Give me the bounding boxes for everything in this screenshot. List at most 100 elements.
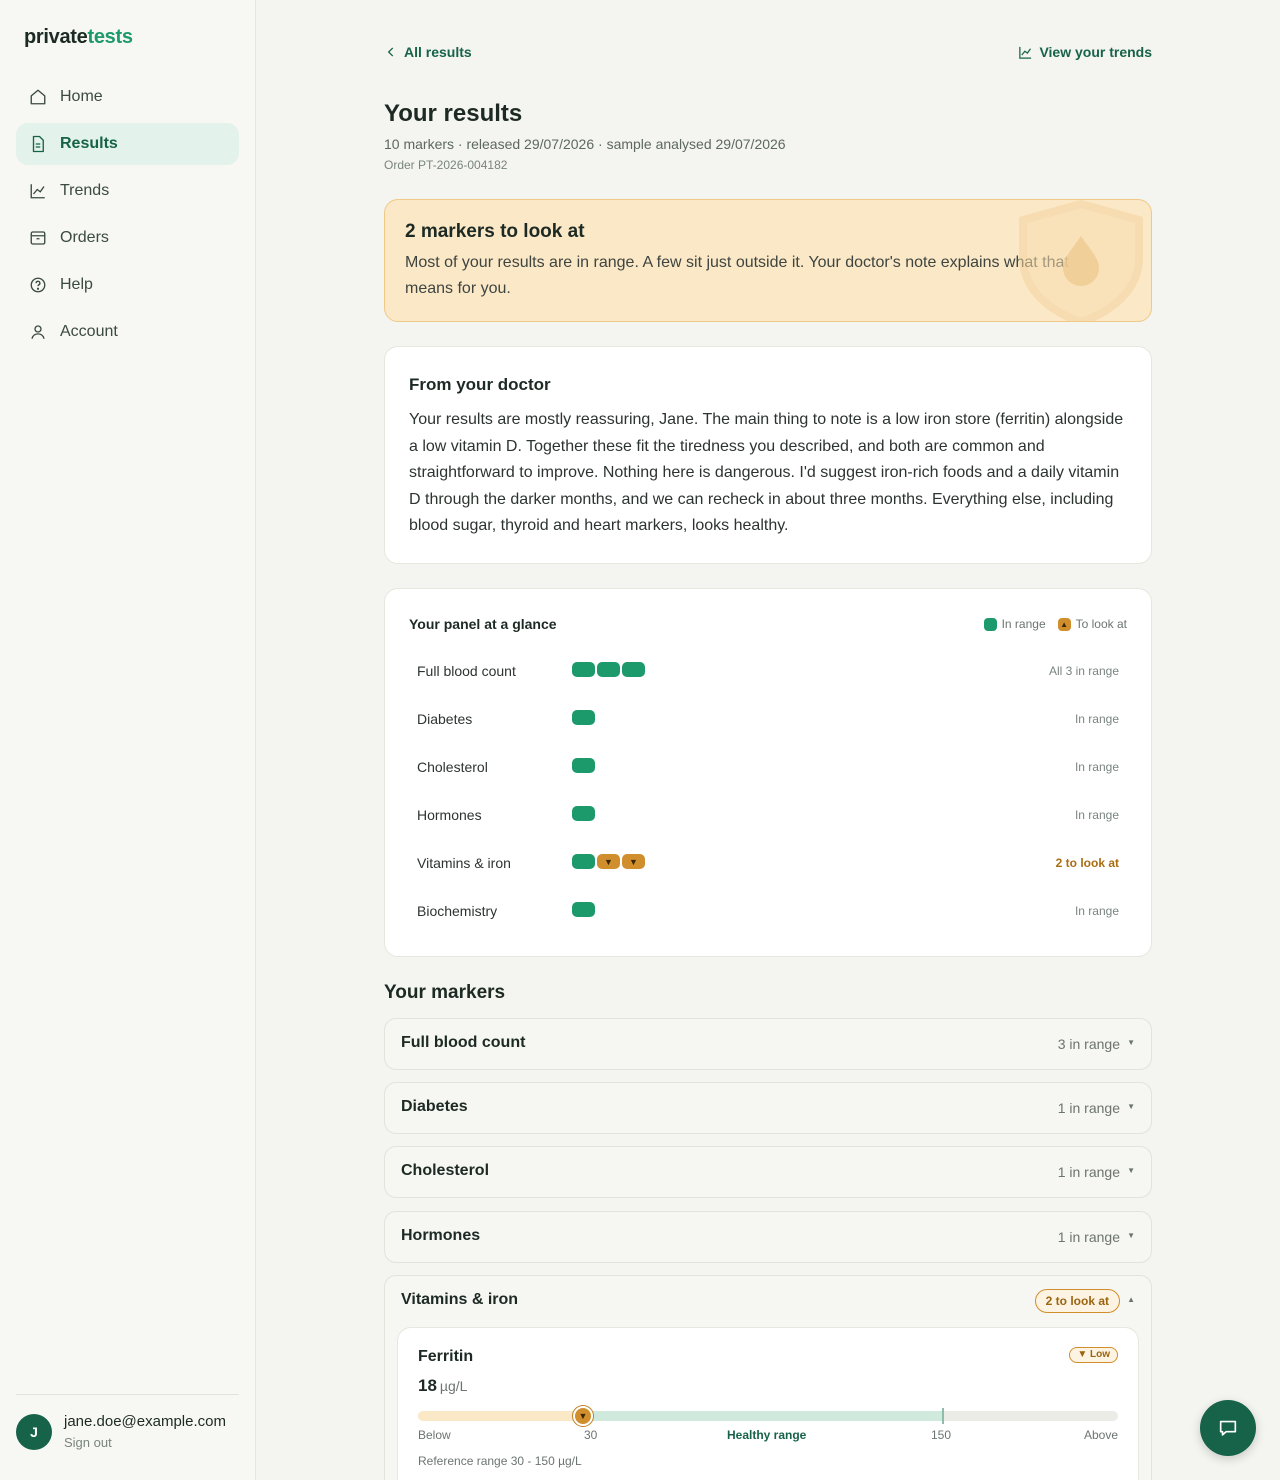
glance-row-hormones[interactable]: Hormones In range [417,805,1119,827]
in-range-dot [622,662,645,677]
marker-value-unit: µg/L [439,1378,468,1394]
glance-row-diabetes[interactable]: Diabetes In range [417,709,1119,731]
glance-row-status: In range [1074,760,1119,774]
glance-row-status: In range [1074,808,1119,822]
sidebar-item-label: Trends [60,182,110,199]
glance-row-status: In range [1074,904,1119,918]
in-range-dot [572,662,595,677]
shield-drop-icon [1019,200,1143,321]
sidebar-divider [16,1394,239,1395]
sidebar: privatetests Home Results Trends Orders … [0,0,256,1480]
marker-card-ferritin[interactable]: Ferritin 18 µg/L ▼ Low ▼ Below 30 Healthy… [397,1327,1139,1480]
caret-down-icon: ▼ [1127,1231,1135,1240]
marker-group-status: 1 in range [1057,1229,1120,1245]
glance-row-full-blood-count[interactable]: Full blood count All 3 in range [417,661,1119,683]
glance-row-biochemistry[interactable]: Biochemistry In range [417,901,1119,923]
scale-below-label: Below [418,1428,451,1442]
attention-alert: 2 markers to look at Most of your result… [384,199,1152,322]
all-results-label: All results [404,44,472,60]
sidebar-item-help[interactable]: Help [16,264,239,306]
topbar: All results View your trends [384,44,1152,66]
chat-button[interactable] [1200,1400,1256,1456]
in-range-swatch [983,617,997,631]
range-bar: ▼ [418,1406,1118,1426]
scale-low-label: 30 [584,1428,598,1442]
marker-group-title: Full blood count [401,1034,526,1051]
in-range-dot [572,710,595,725]
sidebar-item-label: Results [60,135,118,152]
sidebar-item-home[interactable]: Home [16,76,239,118]
doctor-note-card: From your doctor Your results are mostly… [384,346,1152,564]
help-circle-icon [30,277,46,293]
sidebar-item-label: Help [60,276,93,293]
scale-high-label: 150 [931,1428,952,1442]
sidebar-item-account[interactable]: Account [16,311,239,353]
marker-group-cholesterol[interactable]: Cholesterol 1 in range ▼ [384,1146,1152,1198]
panel-glance-title: Your panel at a glance [409,616,557,632]
marker-dots: ▼ ▼ [572,854,647,869]
scale-above-label: Above [1083,1428,1118,1442]
brand-logo-part1: private [24,26,88,48]
status-badge: 2 to look at [1034,1289,1120,1313]
marker-group-full-blood-count[interactable]: Full blood count 3 in range ▼ [384,1018,1152,1070]
legend-in-range-label: In range [1001,617,1046,631]
sidebar-item-label: Orders [60,229,109,246]
glance-row-status: In range [1074,712,1119,726]
marker-group-status: 1 in range [1057,1100,1120,1116]
page-title: Your results [384,100,523,127]
reference-range: Reference range 30 - 150 µg/L [418,1454,582,1468]
view-trends-link[interactable]: View your trends [1018,44,1152,60]
low-marker-dot: ▼ [597,854,620,869]
low-marker-dot: ▼ [622,854,645,869]
sidebar-item-results[interactable]: Results [16,123,239,165]
marker-group-vitamins-iron[interactable]: Vitamins & iron 2 to look at ▲ Ferritin … [384,1275,1152,1480]
panel-glance-card: Your panel at a glance In range ▲ To loo… [384,588,1152,957]
order-number: Order PT-2026-004182 [384,158,508,172]
home-icon [30,89,46,105]
marker-dots [572,902,597,917]
in-range-dot [572,854,595,869]
user-email: jane.doe@example.com [64,1413,226,1430]
box-icon [30,231,46,245]
in-range-dot [572,758,595,773]
glance-row-label: Cholesterol [417,759,488,775]
sidebar-item-orders[interactable]: Orders [16,217,239,259]
marker-group-title: Hormones [401,1227,481,1244]
marker-group-hormones[interactable]: Hormones 1 in range ▼ [384,1211,1152,1263]
glance-row-status: All 3 in range [1048,664,1119,678]
sidebar-item-trends[interactable]: Trends [16,170,239,212]
marker-dots [572,806,597,821]
marker-name: Ferritin [418,1348,474,1365]
caret-down-icon: ▼ [1127,1166,1135,1175]
chart-line-icon [1019,46,1032,59]
glance-row-label: Hormones [417,807,482,823]
caret-down-icon: ▼ [1127,1038,1135,1047]
glance-row-status: 2 to look at [1055,856,1119,870]
value-marker-icon: ▼ [573,1406,593,1426]
avatar[interactable]: J [16,1413,52,1450]
chart-line-icon [30,184,45,199]
in-range-dot [572,806,595,821]
brand-logo[interactable]: privatetests [24,26,133,49]
glance-row-label: Full blood count [417,663,516,679]
glance-row-label: Diabetes [417,711,473,727]
marker-group-diabetes[interactable]: Diabetes 1 in range ▼ [384,1082,1152,1134]
all-results-link[interactable]: All results [384,44,472,60]
marker-group-title: Cholesterol [401,1162,490,1179]
document-icon [32,135,44,153]
marker-dots [572,710,597,725]
glance-row-cholesterol[interactable]: Cholesterol In range [417,757,1119,779]
markers-section-title: Your markers [384,982,506,1003]
marker-dots [572,662,647,677]
results-meta: 10 markers · released 29/07/2026 · sampl… [384,136,786,152]
status-legend: In range ▲ To look at [983,617,1127,631]
sidebar-item-label: Account [60,323,118,340]
brand-logo-part2: tests [87,26,134,48]
sign-out-link[interactable]: Sign out [64,1435,226,1450]
glance-row-vitamins-iron[interactable]: Vitamins & iron ▼ ▼ 2 to look at [417,853,1119,875]
sidebar-nav: Home Results Trends Orders Help Account [16,76,239,358]
user-icon [31,325,45,339]
in-range-dot [572,902,595,917]
doctor-note-title: From your doctor [409,375,551,394]
marker-group-status: 1 in range [1057,1164,1120,1180]
